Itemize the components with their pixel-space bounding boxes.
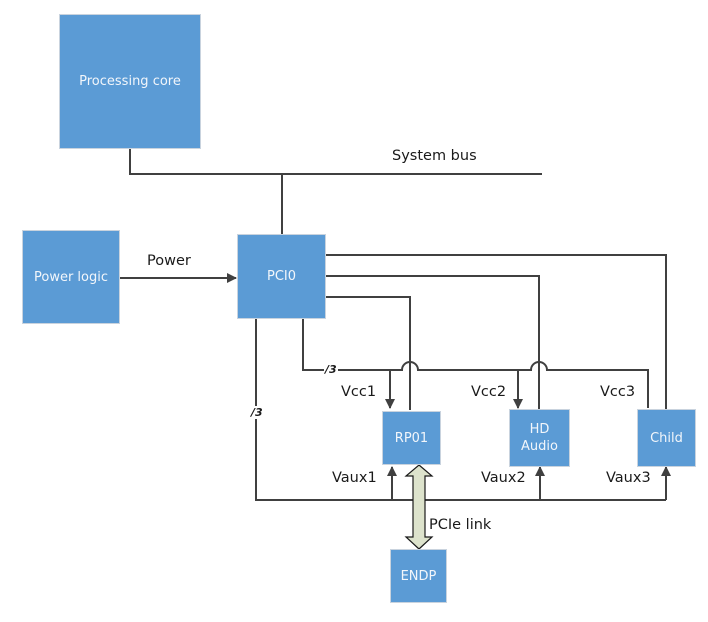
rp01-label: RP01 xyxy=(394,430,429,446)
endp-block: ENDP xyxy=(390,549,447,603)
processing-core-block: Processing core xyxy=(59,14,201,149)
hd-audio-label: HD Audio xyxy=(521,422,558,454)
pcie-link-arrow xyxy=(404,464,434,550)
vaux3-label: Vaux3 xyxy=(606,470,651,486)
endp-label: ENDP xyxy=(400,568,437,584)
vcc1-label: Vcc1 xyxy=(341,384,377,400)
power-label: Power xyxy=(147,253,191,269)
child-block: Child xyxy=(637,409,696,467)
vaux-bus xyxy=(255,318,666,501)
pci0-block: PCI0 xyxy=(237,234,326,319)
vaux2-label: Vaux2 xyxy=(481,470,526,486)
vcc-bus-width-label: /3 xyxy=(324,363,338,376)
vcc2-label: Vcc2 xyxy=(471,384,507,400)
child-label: Child xyxy=(650,430,683,446)
processing-core-to-bus xyxy=(129,148,542,175)
vcc3-label: Vcc3 xyxy=(600,384,636,400)
power-logic-block: Power logic xyxy=(22,230,120,324)
rp01-block: RP01 xyxy=(382,411,441,465)
processing-core-label: Processing core xyxy=(79,74,181,89)
vaux-bus-width-label: /3 xyxy=(250,406,264,419)
vaux1-label: Vaux1 xyxy=(332,470,377,486)
system-bus-label: System bus xyxy=(392,148,477,164)
hd-audio-block: HD Audio xyxy=(509,409,570,467)
power-logic-label: Power logic xyxy=(33,269,108,285)
pci0-label: PCI0 xyxy=(266,269,297,284)
pcie-link-label: PCIe link xyxy=(429,517,492,533)
